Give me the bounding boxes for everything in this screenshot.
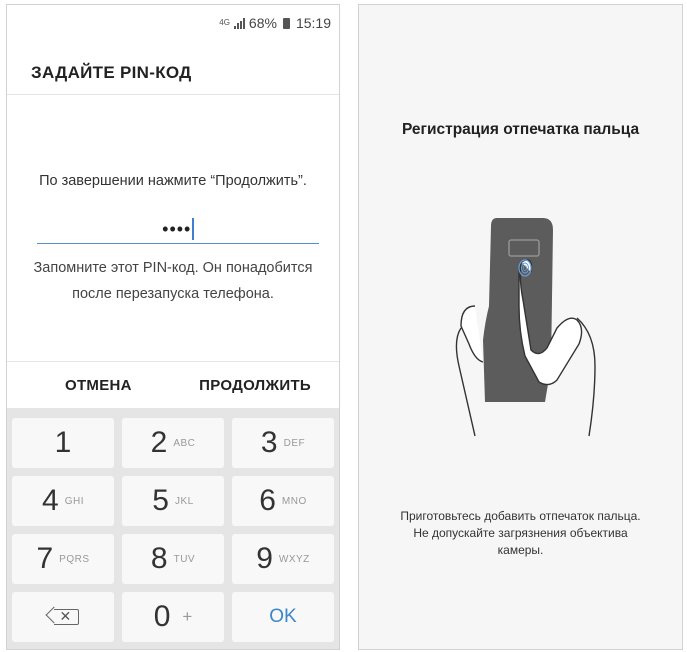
key-digit: 5	[152, 484, 169, 517]
fingerprint-hint-line: Приготовьтесь добавить отпечаток пальца.	[400, 509, 641, 523]
key-6[interactable]: 6 MNO	[232, 476, 334, 526]
battery-icon	[282, 17, 290, 29]
key-letters: DEF	[283, 437, 306, 449]
status-bar: 4G 68% 15:19	[7, 5, 339, 41]
key-digit: 9	[256, 542, 273, 575]
key-plus: +	[182, 607, 193, 626]
pin-hint-line: Запомните этот PIN-код. Он понадобится	[33, 260, 313, 276]
fingerprint-title: Регистрация отпечатка пальца	[401, 121, 640, 138]
cancel-button[interactable]: ОТМЕНА	[65, 377, 132, 394]
key-digit: 7	[36, 542, 54, 575]
ok-label: OK	[269, 606, 297, 627]
key-letters: ABC	[173, 437, 196, 449]
pin-hint: Запомните этот PIN-код. Он понадобится п…	[27, 255, 319, 307]
fingerprint-screen: Регистрация отпечатка пальца Приготовьте…	[358, 4, 683, 650]
key-3[interactable]: 3 DEF	[232, 418, 334, 468]
instruction-text: По завершении нажмите “Продолжить”.	[39, 173, 307, 189]
fingerprint-hint: Приготовьтесь добавить отпечаток пальца.…	[379, 508, 662, 559]
key-digit: 2	[150, 426, 168, 459]
clock: 15:19	[295, 15, 331, 31]
key-1[interactable]: 1	[12, 418, 114, 468]
network-type: 4G	[219, 18, 230, 27]
fingerprint-hint-line: Не допускайте загрязнения объектива	[413, 526, 628, 540]
key-letters: JKL	[174, 495, 194, 507]
pin-setup-screen: 4G 68% 15:19 ЗАДАЙТЕ PIN-КОД По завершен…	[6, 4, 340, 650]
key-8[interactable]: 8 TUV	[122, 534, 224, 584]
key-digit: 6	[259, 484, 276, 517]
page-title: ЗАДАЙТЕ PIN-КОД	[31, 63, 192, 82]
fingerprint-hint-line: камеры.	[497, 543, 544, 557]
key-7[interactable]: 7 PQRS	[12, 534, 114, 584]
numeric-keypad: 1 2 ABC 3 DEF 4 GHI 5 JKL 6 MNO 7 PQRS 8…	[7, 408, 339, 649]
key-letters: PQRS	[59, 553, 90, 565]
text-cursor	[192, 218, 194, 240]
pin-value: ••••	[162, 219, 192, 239]
continue-button[interactable]: ПРОДОЛЖИТЬ	[199, 377, 311, 394]
signal-bars-icon	[233, 17, 245, 29]
pin-input[interactable]: ••••	[37, 215, 319, 244]
key-letters: WXYZ	[278, 553, 310, 565]
actions-divider	[7, 361, 339, 362]
key-letters: TUV	[173, 553, 196, 565]
pin-hint-line: после перезапуска телефона.	[72, 286, 274, 302]
hand-holding-phone-fingerprint-icon	[455, 218, 596, 437]
key-0[interactable]: 0 +	[122, 592, 224, 642]
key-9[interactable]: 9 WXYZ	[232, 534, 334, 584]
key-2[interactable]: 2 ABC	[122, 418, 224, 468]
key-digit: 0	[153, 600, 171, 633]
key-digit: 1	[54, 426, 72, 459]
header-divider	[7, 94, 339, 95]
key-letters: MNO	[281, 495, 307, 507]
key-digit: 3	[260, 426, 278, 459]
key-digit: 8	[150, 542, 168, 575]
backspace-key[interactable]: ✕	[12, 592, 114, 642]
battery-percent: 68%	[248, 15, 277, 31]
backspace-symbol: ✕	[59, 608, 72, 624]
ok-key[interactable]: OK	[232, 592, 334, 642]
key-5[interactable]: 5 JKL	[122, 476, 224, 526]
key-digit: 4	[42, 484, 59, 517]
key-letters: GHI	[64, 495, 84, 507]
backspace-icon: ✕	[53, 608, 79, 625]
key-4[interactable]: 4 GHI	[12, 476, 114, 526]
